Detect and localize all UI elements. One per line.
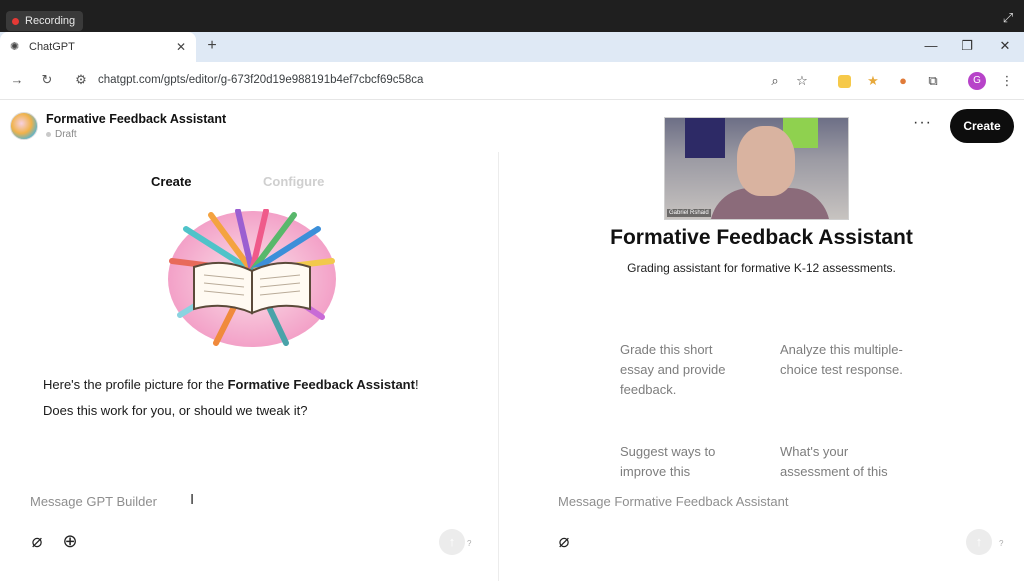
more-options-button[interactable]: ··· <box>913 114 932 132</box>
tab-title: ChatGPT <box>29 41 75 53</box>
webcam-background-art <box>685 118 725 158</box>
preview-help-icon[interactable]: ? <box>999 539 1003 548</box>
recording-indicator: Recording <box>6 11 84 31</box>
builder-message-line2: Does this work for you, or should we twe… <box>43 403 308 418</box>
gpt-avatar[interactable] <box>10 112 38 140</box>
zoom-icon[interactable]: ⌕ <box>766 72 784 90</box>
browser-tab[interactable]: ✺ ChatGPT ✕ <box>0 32 196 62</box>
conversation-starter[interactable]: Suggest ways to improve this <box>620 442 750 480</box>
status-label: Draft <box>55 129 77 140</box>
gpt-editor-header: Formative Feedback Assistant Draft ··· C… <box>0 100 1024 152</box>
extensions-puzzle-icon[interactable]: ⧉ <box>924 72 942 90</box>
browser-tab-strip: ✺ ChatGPT ✕ + — ❐ ✕ <box>0 32 1024 62</box>
text-cursor-icon: I <box>190 491 195 508</box>
builder-message-line1: Here's the profile picture for the Forma… <box>43 377 419 392</box>
chatgpt-favicon-icon: ✺ <box>10 41 20 53</box>
conversation-starter[interactable]: Grade this short essay and provide feedb… <box>620 340 750 400</box>
url-field[interactable]: chatgpt.com/gpts/editor/g-673f20d19e9881… <box>98 74 423 86</box>
preview-message-input[interactable]: Message Formative Feedback Assistant <box>558 494 789 509</box>
builder-message-input[interactable]: Message GPT Builder <box>30 494 157 509</box>
new-tab-icon[interactable]: + <box>203 37 221 55</box>
attach-icon[interactable]: ⌀ <box>26 530 48 552</box>
bookmark-star-icon[interactable]: ☆ <box>793 72 811 90</box>
conversation-starter[interactable]: Analyze this multiple-choice test respon… <box>780 340 910 380</box>
builder-pane: Create Configure Here's the profile pict… <box>0 152 498 581</box>
expand-icon[interactable]: ⤢ <box>1000 10 1016 26</box>
site-settings-icon[interactable]: ⚙ <box>72 72 90 88</box>
message-text: Here's the profile picture for the <box>43 377 228 392</box>
web-search-globe-icon[interactable]: ⊕ <box>59 530 81 552</box>
status-dot-icon <box>46 132 51 137</box>
browser-menu-icon[interactable]: ⋮ <box>998 72 1016 90</box>
minimize-icon[interactable]: — <box>922 38 940 53</box>
extension-star-icon[interactable]: ★ <box>864 72 882 90</box>
recording-dot-icon <box>12 17 19 25</box>
webcam-name-label: Gabriel Rshaid <box>667 209 711 217</box>
gpt-name: Formative Feedback Assistant <box>46 112 227 126</box>
preview-attach-icon[interactable]: ⌀ <box>553 530 575 552</box>
recording-label: Recording <box>25 15 76 27</box>
create-button[interactable]: Create <box>950 109 1014 143</box>
profile-avatar[interactable]: G <box>968 72 986 90</box>
forward-icon[interactable]: → <box>8 72 26 87</box>
message-text-end: ! <box>414 377 419 392</box>
tab-close-icon[interactable]: ✕ <box>176 40 186 54</box>
reload-icon[interactable]: ↻ <box>38 72 56 88</box>
help-icon[interactable]: ? <box>467 539 471 548</box>
tab-create[interactable]: Create <box>151 174 191 189</box>
restore-icon[interactable]: ❐ <box>958 38 976 54</box>
gpt-status: Draft <box>46 129 77 140</box>
preview-send-button[interactable]: ↑ <box>966 529 992 555</box>
webcam-person-head <box>737 126 795 196</box>
preview-gpt-description: Grading assistant for formative K-12 ass… <box>627 261 896 275</box>
close-window-icon[interactable]: ✕ <box>996 38 1014 54</box>
extension-cookie-icon[interactable]: ● <box>894 72 912 90</box>
extension-icon[interactable] <box>838 75 851 88</box>
recording-bar: Recording ⤢ <box>0 0 1024 32</box>
builder-send-button[interactable]: ↑ <box>439 529 465 555</box>
webcam-overlay: Gabriel Rshaid <box>664 117 849 220</box>
address-bar-row: → ↻ ⚙ chatgpt.com/gpts/editor/g-673f20d1… <box>0 62 1024 100</box>
profile-picture <box>168 209 336 347</box>
tab-configure[interactable]: Configure <box>263 174 324 189</box>
message-bold-text: Formative Feedback Assistant <box>227 377 415 392</box>
conversation-starter[interactable]: What's your assessment of this <box>780 442 910 480</box>
preview-gpt-title: Formative Feedback Assistant <box>610 226 913 249</box>
